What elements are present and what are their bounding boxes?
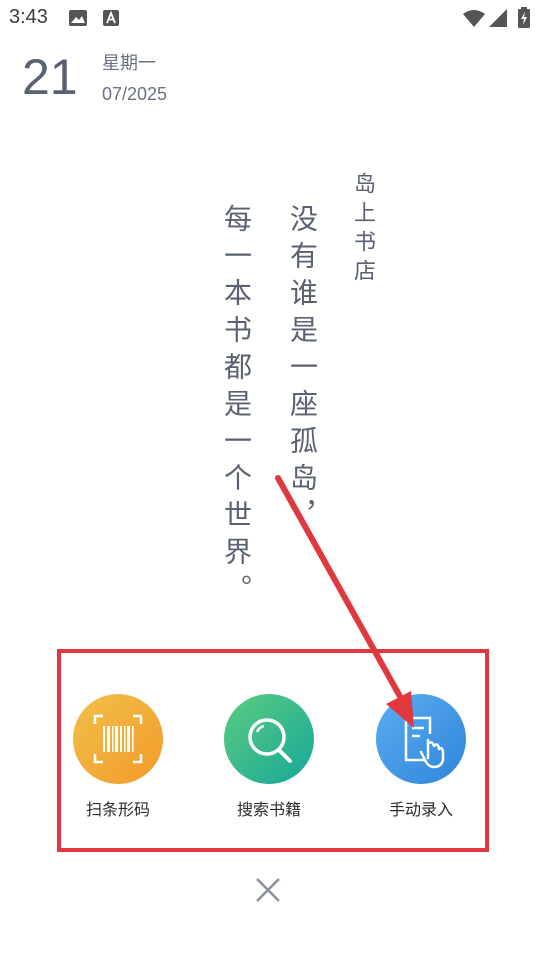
search-icon bbox=[248, 718, 292, 763]
manual-entry-circle[interactable] bbox=[376, 694, 466, 784]
font-icon bbox=[103, 10, 119, 26]
manual-entry-button[interactable]: 手动录入 bbox=[366, 694, 476, 820]
date-day: 21 bbox=[22, 49, 78, 105]
quote-line-2: 每一本书都是一个世界。 bbox=[220, 204, 253, 611]
scan-barcode-button[interactable]: 扫条形码 bbox=[63, 694, 173, 820]
search-books-button[interactable]: 搜索书籍 bbox=[214, 694, 324, 820]
wifi-icon bbox=[463, 10, 485, 27]
barcode-scan-icon bbox=[93, 714, 143, 764]
manual-entry-label: 手动录入 bbox=[388, 800, 453, 819]
date-month-year: 07/2025 bbox=[102, 84, 168, 104]
scan-barcode-label: 扫条形码 bbox=[85, 800, 150, 819]
battery-icon bbox=[518, 7, 530, 28]
scan-barcode-circle[interactable] bbox=[73, 694, 163, 784]
close-icon[interactable] bbox=[252, 874, 284, 906]
manual-entry-icon bbox=[404, 716, 445, 769]
quote-source: 岛上书店 bbox=[350, 172, 375, 288]
quote-line-1: 没有谁是一座孤岛， bbox=[286, 204, 319, 537]
status-bar: 3:43 bbox=[0, 0, 540, 36]
image-icon bbox=[69, 10, 87, 26]
search-books-circle[interactable] bbox=[224, 694, 314, 784]
status-time: 3:43 bbox=[9, 6, 48, 28]
signal-icon bbox=[489, 9, 507, 27]
date-weekday: 星期一 bbox=[102, 53, 156, 74]
search-books-label: 搜索书籍 bbox=[236, 800, 301, 819]
